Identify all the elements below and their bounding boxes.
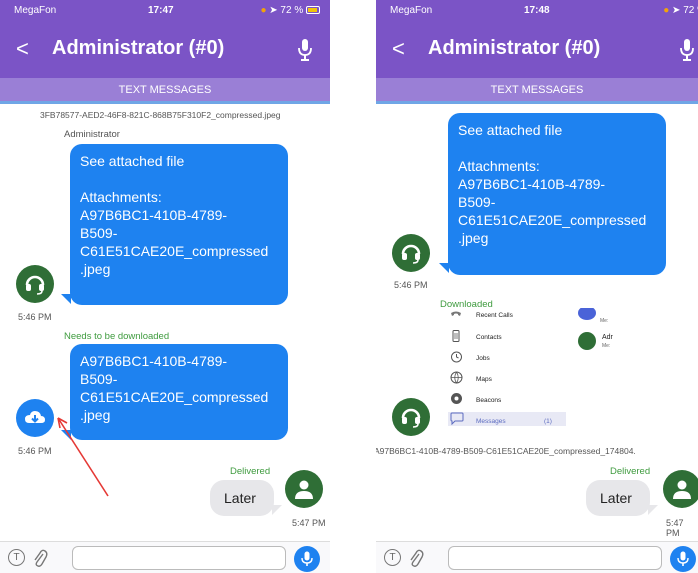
status-bar: MegaFon 17:47 ● ➤ 72 %: [0, 0, 330, 22]
messages-count: (1): [544, 418, 552, 425]
outgoing-message[interactable]: Later: [586, 480, 650, 516]
nav-bar: < Administrator (#0): [376, 22, 698, 78]
attachment-caption: A97B6BC1-410B-4789-B509-C61E51CAE20E_com…: [376, 446, 636, 456]
phone-screen-right: MegaFon 17:48 ● ➤ 72 % < Administrator (…: [376, 0, 698, 573]
my-avatar: [285, 470, 323, 508]
menu-recent-calls: Recent Calls: [476, 312, 513, 319]
menu-contacts: Contacts: [476, 334, 502, 341]
message-bubble[interactable]: See attached file Attachments: A97B6BC1-…: [70, 144, 288, 305]
carrier-label: MegaFon: [390, 5, 433, 16]
bubble-tail: [439, 263, 449, 273]
battery-icon: [306, 6, 320, 15]
clock: 17:48: [524, 5, 550, 16]
message-time: 5:46 PM: [394, 280, 428, 290]
battery-indicator: ● ➤ 72 %: [663, 5, 698, 16]
compose-bar: T: [0, 541, 330, 573]
menu-maps: Maps: [476, 376, 492, 383]
bubble-tail: [648, 505, 658, 515]
conversation-title: Administrator (#0): [52, 37, 225, 59]
text-format-icon[interactable]: T: [8, 549, 25, 566]
message-time: 5:46 PM: [18, 312, 52, 322]
back-button[interactable]: <: [392, 36, 405, 62]
battery-indicator: ● ➤ 72 %: [260, 5, 320, 16]
avatar: [16, 265, 54, 303]
tab-text-messages[interactable]: TEXT MESSAGES: [376, 78, 698, 104]
message-bubble[interactable]: See attached file Attachments: A97B6BC1-…: [448, 113, 666, 275]
voice-send-button[interactable]: [670, 546, 696, 572]
globe-icon: [450, 371, 463, 384]
message-input[interactable]: [448, 546, 662, 570]
person-icon: [295, 480, 313, 499]
entry-label: Me:: [602, 343, 611, 349]
menu-jobs: Jobs: [476, 355, 490, 362]
beacon-icon: [451, 393, 462, 404]
message-time: 5:47 PM: [292, 518, 326, 528]
clock-icon: [451, 351, 462, 363]
menu-beacons: Beacons: [476, 397, 502, 404]
attachment-filename: 3FB78577-AED2-46F8-821C-868B75F310F2_com…: [40, 110, 281, 120]
carrier-label: MegaFon: [14, 5, 57, 16]
outgoing-message[interactable]: Later: [210, 480, 274, 516]
avatar: [578, 308, 596, 320]
compose-bar: T: [376, 541, 698, 573]
message-input[interactable]: [72, 546, 286, 570]
annotation-arrow: [57, 417, 109, 497]
text-format-icon[interactable]: T: [384, 549, 401, 566]
conversation-title: Administrator (#0): [428, 37, 601, 59]
voice-send-button[interactable]: [294, 546, 320, 572]
paperclip-icon[interactable]: [32, 548, 48, 568]
tab-text-messages[interactable]: TEXT MESSAGES: [0, 78, 330, 104]
message-time: 5:47 PM: [666, 518, 684, 538]
microphone-icon[interactable]: [680, 38, 694, 62]
microphone-icon: [677, 551, 689, 566]
headset-icon: [401, 408, 421, 428]
person-icon: [673, 480, 691, 499]
contacts-icon: [452, 330, 460, 342]
avatar: [392, 234, 430, 272]
battery-percent: 72 %: [280, 5, 304, 16]
download-button[interactable]: [16, 399, 54, 437]
bubble-tail: [272, 505, 282, 515]
battery-percent: 72 %: [683, 5, 698, 16]
entry-name: Adr: [602, 334, 613, 341]
cloud-download-icon: [25, 411, 45, 423]
status-bar: MegaFon 17:48 ● ➤ 72 %: [376, 0, 698, 22]
back-button[interactable]: <: [16, 36, 29, 62]
phone-screen-left: MegaFon 17:47 ● ➤ 72 % < Administrator (…: [0, 0, 330, 573]
headset-icon: [25, 275, 45, 295]
clock: 17:47: [148, 5, 174, 16]
message-time: 5:46 PM: [18, 446, 52, 456]
microphone-icon[interactable]: [298, 38, 312, 62]
avatar: [392, 398, 430, 436]
my-avatar: [663, 470, 698, 508]
microphone-icon: [301, 551, 313, 566]
bubble-tail: [61, 294, 71, 304]
attachment-preview[interactable]: Recent Calls Contacts Jobs Maps Beacons …: [440, 308, 620, 434]
headset-icon: [401, 244, 421, 264]
paperclip-icon[interactable]: [408, 548, 424, 568]
nav-bar: < Administrator (#0): [0, 22, 330, 78]
chat-icon: [450, 412, 464, 425]
phone-icon: [451, 311, 461, 316]
avatar: [578, 332, 596, 350]
entry-label: Me:: [600, 318, 609, 324]
download-status: Needs to be downloaded: [64, 331, 170, 342]
sender-label: Administrator: [64, 129, 120, 140]
delivery-status: Delivered: [610, 466, 651, 477]
delivery-status: Delivered: [230, 466, 271, 477]
menu-messages: Messages: [476, 418, 506, 425]
